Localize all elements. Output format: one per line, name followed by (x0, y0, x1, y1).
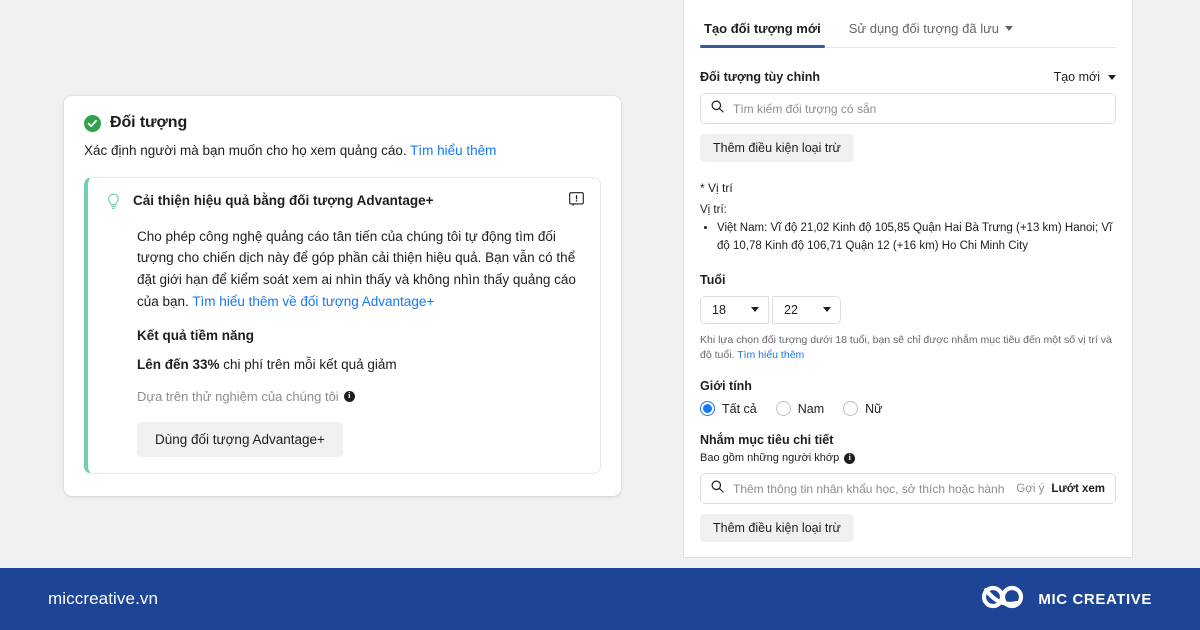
radio-icon (775, 401, 791, 417)
gender-label: Giới tính (700, 379, 752, 394)
chevron-down-icon (751, 307, 759, 313)
info-icon[interactable]: i (343, 390, 355, 402)
gender-option-male-label: Nam (797, 401, 825, 416)
add-exclusion-audience-button[interactable]: Thêm điều kiện loại trừ (700, 134, 854, 162)
page-title: Đối tượng (110, 114, 188, 131)
info-icon[interactable]: i (844, 452, 856, 464)
advantage-audience-card: Cải thiện hiệu quả bằng đối tượng Advant… (84, 176, 601, 474)
age-restriction-note: Khi lựa chọn đối tượng dưới 18 tuổi, bạn… (700, 333, 1112, 363)
age-note-learn-more-link[interactable]: Tìm hiểu thêm (737, 349, 804, 361)
custom-audience-header: Đối tượng tùy chỉnh Tạo mới (700, 70, 1116, 84)
chevron-down-icon (823, 307, 831, 313)
based-on-tests-note: Dựa trên thử nghiệm của chúng tôi i (137, 389, 584, 404)
create-new-audience-label: Tạo mới (1053, 70, 1100, 84)
audience-panel: Đối tượng Xác định người mà bạn muốn cho… (64, 96, 621, 496)
tab-create-new-audience[interactable]: Tạo đối tượng mới (700, 21, 825, 48)
tab-use-saved-audience[interactable]: Sử dụng đối tượng đã lưu (847, 21, 1015, 47)
advantage-learn-more-link[interactable]: Tìm hiểu thêm về đối tượng Advantage+ (192, 294, 434, 309)
mic-creative-infinity-logo-icon (981, 582, 1025, 617)
gender-option-male[interactable]: Nam (775, 401, 825, 417)
search-icon (711, 480, 724, 498)
gender-radio-group: Tất cả Nam Nữ (700, 401, 1116, 417)
potential-results-value: Lên đến 33% chi phí trên mỗi kết quả giả… (137, 356, 584, 375)
cost-reduction-rest: chi phí trên mỗi kết quả giảm (219, 357, 397, 372)
gender-option-female[interactable]: Nữ (843, 401, 883, 417)
age-min-value: 18 (712, 302, 726, 317)
location-sub-label: Vị trí: (700, 204, 727, 216)
age-max-select[interactable]: 22 (772, 295, 841, 324)
based-on-tests-text: Dựa trên thử nghiệm của chúng tôi (137, 388, 339, 404)
tab-use-saved-audience-label: Sử dụng đối tượng đã lưu (848, 21, 1000, 36)
advantage-description: Cho phép công nghệ quảng cáo tân tiến củ… (137, 226, 584, 313)
potential-results-label: Kết quả tiềm năng (137, 328, 255, 343)
chevron-down-icon (1005, 26, 1014, 31)
cost-reduction-highlight: Lên đến 33% (137, 357, 220, 372)
browse-button[interactable]: Lướt xem (1051, 483, 1105, 495)
learn-more-link[interactable]: Tìm hiểu thêm (410, 143, 496, 158)
audience-subtitle: Xác định người mà bạn muốn cho họ xem qu… (84, 141, 601, 161)
footer-bar: miccreative.vn MIC CREATIVE (0, 568, 1200, 630)
suggestions-browse-controls: Gợi ý Lướt xem (1016, 483, 1105, 495)
detailed-targeting-search-box[interactable]: Thêm thông tin nhân khẩu học, sở thích h… (700, 473, 1116, 505)
check-circle-icon (84, 114, 101, 132)
footer-website-url: miccreative.vn (48, 589, 159, 608)
gender-option-all[interactable]: Tất cả (700, 401, 757, 417)
radio-icon (700, 401, 715, 417)
detailed-targeting-search-input[interactable]: Thêm thông tin nhân khẩu học, sở thích h… (733, 482, 1007, 496)
lightbulb-icon (106, 193, 121, 215)
location-list: Việt Nam: Vĩ độ 21,02 Kinh độ 105,85 Quậ… (700, 220, 1116, 256)
search-icon (711, 100, 724, 118)
audience-editor-panel: Tạo đối tượng mới Sử dụng đối tượng đã l… (684, 0, 1132, 557)
create-new-audience-button[interactable]: Tạo mới (1054, 70, 1116, 84)
use-advantage-audience-button[interactable]: Dùng đối tượng Advantage+ (137, 421, 343, 457)
age-min-select[interactable]: 18 (700, 295, 769, 324)
custom-audience-search-input[interactable]: Tìm kiếm đối tượng có sẵn (733, 102, 1105, 116)
brand-lockup: MIC CREATIVE (981, 582, 1152, 617)
gender-option-female-label: Nữ (865, 401, 883, 416)
feedback-flag-icon[interactable] (569, 191, 584, 212)
age-range-control: 18 22 (700, 295, 1116, 324)
gender-option-all-label: Tất cả (722, 401, 757, 416)
advantage-card-body: Cho phép công nghệ quảng cáo tân tiến củ… (106, 226, 584, 457)
age-label: Tuổi (700, 272, 726, 287)
include-people-matching-row: Bao gồm những người khớp i (700, 452, 1116, 464)
chevron-down-icon (1108, 74, 1116, 80)
suggestions-label[interactable]: Gợi ý (1016, 483, 1044, 495)
audience-tabs: Tạo đối tượng mới Sử dụng đối tượng đã l… (700, 0, 1116, 48)
advantage-card-header: Cải thiện hiệu quả bằng đối tượng Advant… (106, 191, 584, 215)
add-exclusion-targeting-button[interactable]: Thêm điều kiện loại trừ (700, 514, 854, 543)
list-item: Việt Nam: Vĩ độ 21,02 Kinh độ 105,85 Quậ… (717, 220, 1116, 256)
audience-subtitle-text: Xác định người mà bạn muốn cho họ xem qu… (84, 143, 411, 158)
location-required-label: * Vị trí (700, 181, 733, 195)
tab-create-new-audience-label: Tạo đối tượng mới (704, 21, 821, 36)
audience-section-header: Đối tượng (84, 114, 601, 132)
custom-audience-search-box[interactable]: Tìm kiếm đối tượng có sẵn (700, 93, 1116, 124)
advantage-card-title: Cải thiện hiệu quả bằng đối tượng Advant… (133, 192, 434, 208)
include-people-matching-label: Bao gồm những người khớp (700, 452, 840, 465)
age-max-value: 22 (784, 302, 798, 317)
custom-audience-label: Đối tượng tùy chỉnh (700, 70, 821, 84)
brand-name: MIC CREATIVE (1038, 590, 1152, 608)
detailed-targeting-label: Nhắm mục tiêu chi tiết (700, 433, 834, 448)
radio-icon (843, 401, 859, 417)
